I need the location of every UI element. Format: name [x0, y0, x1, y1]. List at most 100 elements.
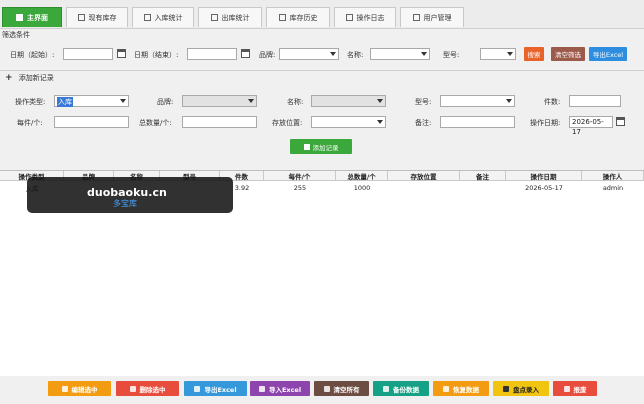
button-label: 报废	[573, 385, 587, 394]
tab-outbound-stats[interactable]: 出库统计	[198, 7, 262, 27]
column-header[interactable]: 操作日期	[506, 171, 582, 181]
op-type-value: 入库	[57, 97, 73, 107]
chart-icon	[143, 14, 151, 21]
date-start-label: 日期（起始）:	[10, 51, 55, 59]
save-icon	[303, 143, 310, 150]
calendar-icon[interactable]	[117, 49, 126, 58]
button-label: 编辑选中	[71, 385, 98, 394]
box-icon	[77, 14, 85, 21]
import-excel-button[interactable]: 导入Excel	[250, 381, 310, 396]
table-cell[interactable]: 2026-05-17	[506, 183, 582, 193]
clear-icon	[323, 385, 330, 392]
warning-icon	[563, 385, 570, 392]
per-item-input[interactable]	[54, 116, 129, 128]
name-label: 名称:	[287, 98, 304, 106]
chart-icon	[210, 14, 218, 21]
chevron-down-icon	[120, 99, 126, 103]
chevron-down-icon	[506, 99, 512, 103]
chevron-down-icon	[377, 120, 383, 124]
tab-label: 主界面	[27, 13, 48, 22]
tab-inbound-stats[interactable]: 入库统计	[132, 7, 194, 27]
tab-current-stock[interactable]: 现有库存	[66, 7, 128, 27]
button-label: 导出Excel	[204, 385, 237, 394]
button-label: 盘点录入	[513, 385, 539, 394]
column-header[interactable]: 总数量/个	[336, 171, 388, 181]
backup-data-button[interactable]: 备份数据	[373, 381, 429, 396]
column-header[interactable]: 每件/个	[264, 171, 336, 181]
remark-label: 备注:	[415, 119, 432, 127]
date-end-label: 日期（结束）:	[134, 51, 179, 59]
import-icon	[258, 385, 265, 392]
table-cell[interactable]: admin	[582, 183, 644, 193]
inventory-icon	[503, 385, 509, 392]
table-cell[interactable]: 255	[264, 183, 336, 193]
model-filter-select[interactable]	[480, 48, 516, 60]
date-start-input[interactable]	[63, 48, 113, 60]
model-label: 型号:	[415, 98, 432, 106]
export-icon	[194, 385, 201, 392]
chevron-down-icon	[330, 52, 336, 56]
column-header[interactable]: 操作人	[582, 171, 644, 181]
date-end-input[interactable]	[187, 48, 237, 60]
tab-stock-history[interactable]: 库存历史	[266, 7, 330, 27]
scrap-button[interactable]: 报废	[553, 381, 597, 396]
name-filter-select[interactable]	[370, 48, 430, 60]
count-input[interactable]	[569, 95, 621, 107]
restore-data-button[interactable]: 恢复数据	[433, 381, 489, 396]
chevron-down-icon	[507, 52, 513, 56]
tab-user-management[interactable]: 用户管理	[400, 7, 464, 27]
button-label: 恢复数据	[453, 385, 479, 394]
op-date-label: 操作日期:	[530, 119, 561, 127]
search-button[interactable]: 搜索	[524, 47, 544, 61]
location-label: 存放位置:	[272, 119, 303, 127]
restore-icon	[443, 385, 449, 392]
brand-label: 品牌:	[157, 98, 174, 106]
button-label: 导入Excel	[268, 385, 302, 394]
clear-all-button[interactable]: 清空所有	[314, 381, 369, 396]
log-icon	[345, 14, 353, 21]
tab-label: 操作日志	[356, 13, 385, 22]
location-select[interactable]	[311, 116, 386, 128]
add-record-toggle[interactable]: + 添加新记录	[5, 73, 54, 83]
inventory-count-button[interactable]: 盘点录入	[493, 381, 549, 396]
edit-selected-button[interactable]: 编辑选中	[48, 381, 111, 396]
op-type-select[interactable]: 入库	[54, 95, 129, 107]
model-select[interactable]	[440, 95, 515, 107]
add-record-button[interactable]: 添加记录	[290, 139, 352, 154]
total-quantity-input[interactable]	[182, 116, 257, 128]
divider	[0, 70, 644, 71]
table-cell[interactable]: 1000	[336, 183, 388, 193]
export-excel-button[interactable]: 导出Excel	[589, 47, 627, 61]
home-icon	[16, 14, 23, 21]
button-label: 删除选中	[139, 385, 166, 394]
column-header[interactable]: 备注	[460, 171, 506, 181]
tab-bar: 主界面 现有库存 入库统计 出库统计 库存历史 操作日志 用户管理	[0, 0, 644, 29]
delete-icon	[129, 385, 136, 392]
tab-operation-log[interactable]: 操作日志	[334, 7, 396, 27]
calendar-icon[interactable]	[616, 117, 625, 126]
brand-filter-label: 品牌:	[259, 51, 276, 59]
count-label: 件数:	[544, 98, 561, 106]
op-date-input[interactable]: 2026-05-17	[569, 116, 613, 136]
watermark-brand: 多宝库	[113, 199, 137, 208]
clear-filter-button[interactable]: 清空筛选	[551, 47, 585, 61]
chevron-down-icon	[377, 99, 383, 103]
tab-label: 用户管理	[423, 13, 452, 22]
column-header[interactable]: 存放位置	[388, 171, 460, 181]
filter-section-title: 筛选条件	[2, 31, 30, 39]
export-excel-footer-button[interactable]: 导出Excel	[184, 381, 247, 396]
name-select[interactable]	[311, 95, 386, 107]
brand-filter-select[interactable]	[279, 48, 339, 60]
history-icon	[278, 14, 286, 21]
tab-label: 出库统计	[221, 13, 250, 22]
name-filter-label: 名称:	[347, 51, 364, 59]
delete-selected-button[interactable]: 删除选中	[116, 381, 179, 396]
search-button-label: 搜索	[527, 51, 541, 59]
button-label: 备份数据	[393, 385, 419, 394]
op-type-label: 操作类型:	[15, 98, 46, 106]
total-quantity-label: 总数量/个:	[139, 119, 172, 127]
calendar-icon[interactable]	[241, 49, 250, 58]
tab-main[interactable]: 主界面	[2, 7, 62, 27]
remark-input[interactable]	[440, 116, 515, 128]
brand-select[interactable]	[182, 95, 257, 107]
